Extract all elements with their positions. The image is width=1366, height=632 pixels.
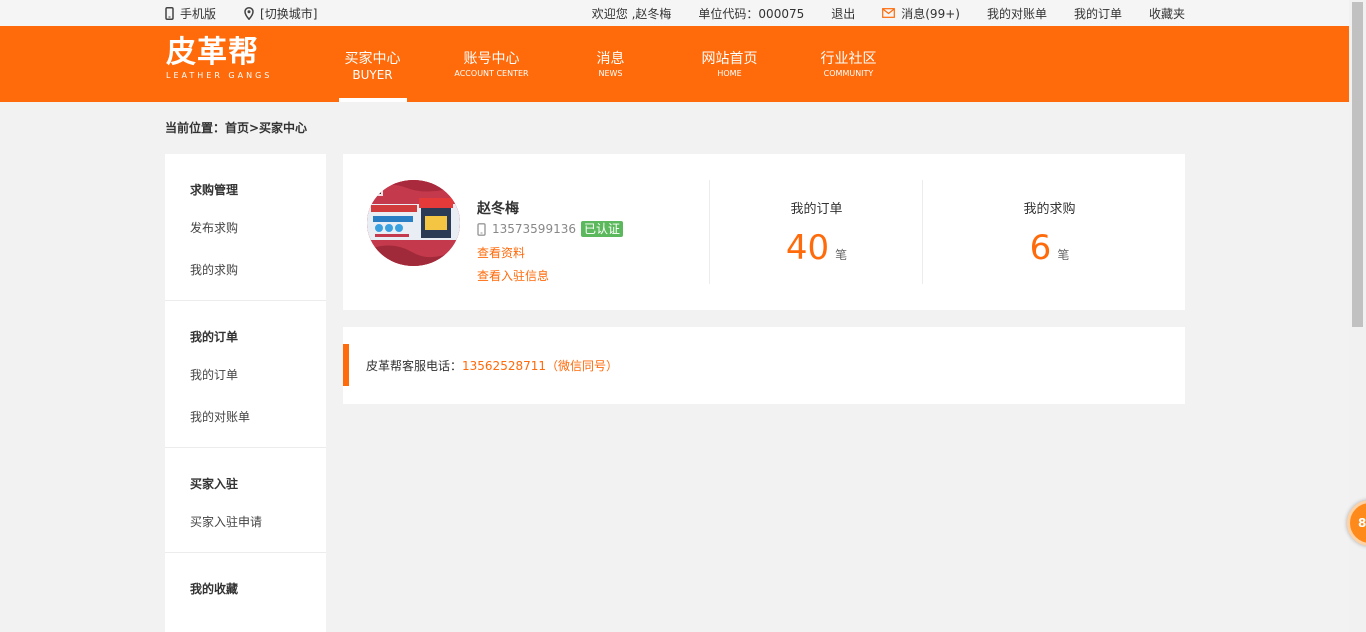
user-phone: 13573599136 — [492, 222, 576, 236]
stat-value-row: 6笔 — [943, 229, 1156, 267]
switch-city-label: [切换城市] — [260, 6, 318, 21]
scrollbar-thumb[interactable] — [1352, 2, 1363, 327]
store-avatar-image — [367, 180, 460, 266]
mobile-version-link[interactable]: 手机版 — [165, 5, 216, 22]
stat-my-orders[interactable]: 我的订单 40 笔 — [710, 198, 923, 267]
nav-label-cn: 行业社区 — [820, 51, 877, 67]
nav-label-cn: 账号中心 — [463, 51, 520, 67]
customer-service-card: 皮革帮客服电话：13562528711（微信同号） — [343, 327, 1185, 404]
main-header: 皮革帮 LEATHER GANGS 买家中心 BUYER 账号中心 ACCOUN… — [0, 26, 1349, 102]
sidebar-item-my-purchases[interactable]: 我的求购 — [190, 249, 326, 291]
sidebar-group-title: 买家入驻 — [190, 477, 239, 491]
nav-label-en: ACCOUNT CENTER — [454, 69, 529, 78]
sidebar-item-buyer-settle-apply[interactable]: 买家入驻申请 — [190, 501, 326, 543]
logo-text-cn: 皮革帮 — [166, 35, 259, 70]
nav-account-center[interactable]: 账号中心 ACCOUNT CENTER — [432, 26, 551, 102]
mobile-version-label: 手机版 — [180, 6, 217, 21]
main-nav: 买家中心 BUYER 账号中心 ACCOUNT CENTER 消息 NEWS 网… — [313, 26, 908, 102]
user-phone-row: 13573599136 已认证 — [477, 221, 623, 237]
messages-label: 消息(99+) — [901, 6, 960, 21]
unit-code-text: 单位代码：000075 — [698, 6, 805, 21]
breadcrumb: 当前位置：首页>买家中心 — [165, 121, 308, 135]
welcome-text: 欢迎您 ,赵冬梅 — [591, 6, 672, 21]
sidebar-group-title: 我的收藏 — [190, 582, 239, 596]
nav-news[interactable]: 消息 NEWS — [551, 26, 670, 102]
accent-bar — [343, 344, 349, 386]
sidebar-group-title: 我的订单 — [190, 330, 239, 344]
sidebar-group-purchase: 求购管理 发布求购 我的求购 — [165, 154, 326, 301]
nav-label-cn: 网站首页 — [701, 51, 758, 67]
sidebar: 求购管理 发布求购 我的求购 我的订单 我的订单 我的对账单 买家入驻 买家入驻… — [165, 154, 326, 632]
stat-number: 6 — [1029, 228, 1052, 268]
logout-link[interactable]: 退出 — [831, 5, 855, 22]
stat-unit: 笔 — [835, 248, 848, 262]
service-text: 皮革帮客服电话：13562528711（微信同号） — [366, 357, 618, 374]
mail-icon — [882, 8, 896, 18]
location-pin-icon — [244, 6, 254, 20]
stat-label: 我的求购 — [1023, 202, 1076, 217]
nav-label-cn: 买家中心 — [344, 51, 401, 67]
top-bar: 手机版 [切换城市] 欢迎您 ,赵冬梅 单位代码：000075 退出 消息(99… — [0, 0, 1349, 26]
nav-label-cn: 消息 — [596, 51, 625, 67]
phone-icon — [165, 6, 174, 20]
sidebar-item-my-orders[interactable]: 我的订单 — [190, 354, 326, 396]
my-statement-link[interactable]: 我的对账单 — [987, 5, 1047, 22]
nav-label-en: NEWS — [598, 69, 623, 78]
nav-home[interactable]: 网站首页 HOME — [670, 26, 789, 102]
my-orders-link[interactable]: 我的订单 — [1074, 5, 1122, 22]
sidebar-group-favorites: 我的收藏 — [165, 553, 326, 615]
service-phone: 13562528711（微信同号） — [462, 359, 618, 373]
profile-card: 赵冬梅 13573599136 已认证 查看资料 查看入驻信息 我的订单 40 笔… — [343, 154, 1185, 310]
stat-number: 40 — [785, 228, 830, 268]
site-logo[interactable]: 皮革帮 LEATHER GANGS — [166, 36, 272, 82]
sidebar-group-buyer-settle: 买家入驻 买家入驻申请 — [165, 448, 326, 553]
phone-icon — [477, 222, 486, 236]
divider — [922, 180, 923, 284]
stat-my-purchases[interactable]: 我的求购 6笔 — [943, 198, 1156, 267]
nav-label-en: BUYER — [352, 68, 393, 82]
nav-label-en: HOME — [717, 69, 742, 78]
favorites-link[interactable]: 收藏夹 — [1149, 5, 1185, 22]
messages-link[interactable]: 消息(99+) — [882, 5, 960, 22]
stat-label: 我的订单 — [790, 202, 843, 217]
sidebar-group-orders: 我的订单 我的订单 我的对账单 — [165, 301, 326, 448]
service-label: 皮革帮客服电话： — [366, 359, 463, 373]
sidebar-item-my-statement[interactable]: 我的对账单 — [190, 396, 326, 438]
stat-unit: 笔 — [1057, 248, 1070, 262]
avatar[interactable] — [367, 180, 460, 266]
nav-community[interactable]: 行业社区 COMMUNITY — [789, 26, 908, 102]
sidebar-item-publish-purchase[interactable]: 发布求购 — [190, 207, 326, 249]
user-name: 赵冬梅 — [477, 201, 519, 217]
view-settle-info-link[interactable]: 查看入驻信息 — [477, 267, 549, 284]
nav-buyer-center[interactable]: 买家中心 BUYER — [313, 26, 432, 102]
logo-text-en: LEATHER GANGS — [166, 71, 273, 80]
verified-badge: 已认证 — [580, 221, 623, 237]
stat-value-row: 40 笔 — [710, 229, 923, 267]
switch-city-link[interactable]: [切换城市] — [244, 5, 317, 22]
sidebar-group-title: 求购管理 — [190, 183, 239, 197]
nav-label-en: COMMUNITY — [823, 69, 874, 78]
view-profile-link[interactable]: 查看资料 — [477, 244, 525, 261]
